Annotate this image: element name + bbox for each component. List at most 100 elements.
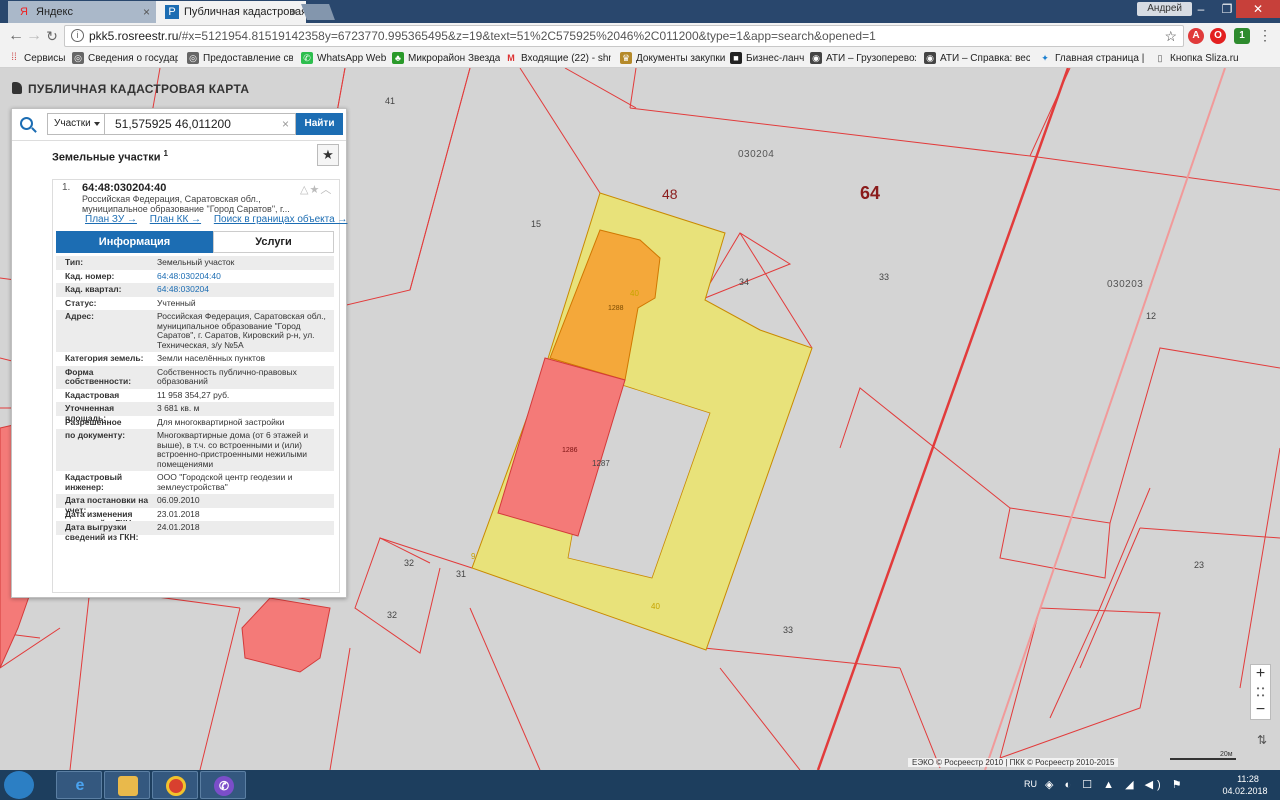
close-tab-icon[interactable]: × <box>143 1 150 23</box>
taskbar-viber[interactable]: ✆ <box>200 771 246 799</box>
back-icon[interactable]: ← <box>6 26 26 46</box>
result-links: План ЗУ → План КК → Поиск в границах объ… <box>85 214 357 225</box>
search-button[interactable]: Найти <box>296 113 343 135</box>
search-row: Участки 51,575925 46,011200 × Найти <box>12 109 346 141</box>
property-value: Учтенный <box>157 297 196 308</box>
chevron-down-icon <box>94 122 100 126</box>
bookmark-item[interactable]: ■ Бизнес-ланч <box>730 51 804 66</box>
bookmark-item[interactable]: ◎ Сведения о государ <box>72 51 178 66</box>
chrome-icon <box>166 776 186 796</box>
scale-label: 20м <box>1220 751 1233 758</box>
property-row: Статус: Учтенный <box>56 297 334 311</box>
clock-date[interactable]: 04.02.2018 <box>1218 786 1272 796</box>
result-address: Российская Федерация, Саратовская обл., … <box>82 194 290 214</box>
start-button[interactable] <box>4 771 34 799</box>
zoom-control: + • • • • − <box>1250 664 1271 720</box>
language-indicator[interactable]: RU <box>1024 779 1037 789</box>
clear-icon[interactable]: × <box>282 114 289 134</box>
cadastral-map[interactable]: ПУБЛИЧНАЯ КАДАСТРОВАЯ КАРТА 030204 03020… <box>0 68 1280 770</box>
user-profile-chip[interactable]: Андрей <box>1137 2 1192 16</box>
search-icon[interactable] <box>20 117 33 130</box>
plan-zu-link[interactable]: План ЗУ → <box>85 214 137 225</box>
property-value: 06.09.2010 <box>157 495 200 505</box>
url-path: /#x=5121954.81519142358y=6723770.9953654… <box>178 29 876 43</box>
bookmark-item[interactable]: ◎ Предоставление све <box>187 51 293 66</box>
new-tab-button[interactable] <box>301 4 335 20</box>
property-label: Кад. квартал: <box>65 284 122 294</box>
bookmark-star-icon[interactable]: ☆ <box>1164 26 1177 46</box>
parcel-label: 9 <box>471 552 476 561</box>
property-value[interactable]: 64:48:030204:40 <box>157 271 327 282</box>
folder-icon <box>118 776 138 796</box>
bookmark-item[interactable]: ⁞⁞ Сервисы <box>8 51 65 66</box>
zoom-slider[interactable]: • • • • <box>1251 685 1270 700</box>
property-value: Земельный участок <box>157 257 235 267</box>
search-in-bounds-link[interactable]: Поиск в границах объекта → <box>214 214 348 225</box>
taskbar-explorer[interactable] <box>104 771 150 799</box>
leaf-icon: ♣ <box>392 52 404 64</box>
reload-icon[interactable]: ↻ <box>42 26 62 46</box>
result-tabs: Информация Услуги <box>56 231 334 253</box>
viber-icon: ✆ <box>214 776 234 796</box>
property-value: ООО "Городской центр геодезии и землеуст… <box>157 472 293 492</box>
property-row: Кадастровый инженер: ООО "Городской центр… <box>56 471 334 494</box>
plan-kk-link[interactable]: План КК → <box>150 214 201 225</box>
tab-services[interactable]: Услуги <box>213 231 334 253</box>
bookmarks-bar: ⁞⁞ Сервисы ◎ Сведения о государ ◎ Предостав… <box>0 49 1280 68</box>
tab-information[interactable]: Информация <box>56 231 213 253</box>
globe-icon: ◎ <box>72 52 84 64</box>
tray-icons[interactable]: ◈ ◐ ☐ ▲ ◢ ◀) ⚑ <box>1045 778 1186 791</box>
opera-icon[interactable]: O <box>1210 28 1226 44</box>
close-tab-icon[interactable]: × <box>291 1 298 23</box>
parcel-label: 40 <box>630 289 639 298</box>
tab-rosreestr[interactable]: P Публичная кадастровая × <box>156 1 306 23</box>
emblem-icon: ♛ <box>620 52 632 64</box>
ie-icon: e <box>75 777 85 794</box>
favorite-star-button[interactable]: ★ <box>317 144 339 166</box>
bookmark-item[interactable]: ▯ Кнопка Sliza.ru <box>1154 51 1239 66</box>
property-row: Тип: Земельный участок <box>56 256 334 270</box>
property-row: Дата выгрузки сведений из ГКН: 24.01.2018 <box>56 521 334 541</box>
search-input[interactable]: 51,575925 46,011200 × <box>105 113 296 135</box>
parcel-label: 12 <box>1146 311 1157 321</box>
bookmark-item[interactable]: ◉ АТИ – Справка: весе <box>924 51 1030 66</box>
extension-icon[interactable]: 1 <box>1234 28 1250 44</box>
bookmark-item[interactable]: ♣ Микрорайон Звезда <box>392 51 500 66</box>
minimize-icon[interactable]: – <box>1188 0 1214 18</box>
parcel-label: 32 <box>404 558 415 568</box>
address-bar[interactable]: i pkk5.rosreestr.ru/#x=5121954.815191423… <box>64 25 1184 47</box>
property-value: 3 681 кв. м <box>157 403 200 413</box>
taskbar-chrome[interactable] <box>152 771 198 799</box>
gmail-icon: M <box>507 53 515 63</box>
parcel-label: 23 <box>1194 560 1205 570</box>
cadastral-number[interactable]: 64:48:030204:40 <box>82 182 166 194</box>
zoom-out-button[interactable]: − <box>1251 701 1270 719</box>
info-icon[interactable]: i <box>71 29 84 42</box>
whatsapp-icon: ✆ <box>301 52 313 64</box>
browser-titlebar: Я Яндекс × P Публичная кадастровая × Анд… <box>0 0 1280 23</box>
property-row: Разрешенное использование:Для многокварт… <box>56 416 334 436</box>
object-type-select[interactable]: Участки <box>47 113 105 135</box>
taskbar-ie[interactable]: e <box>56 771 102 799</box>
property-row: Кадастровая стоимость:11 958 354,27 руб. <box>56 389 334 409</box>
property-row: Дата изменения сведений в ГКН:23.01.2018 <box>56 508 334 528</box>
layers-icon[interactable]: ⇅ <box>1254 733 1270 749</box>
properties-table: Тип: Земельный участок Кад. номер: 64:48:03… <box>56 256 334 541</box>
parcel-label: 34 <box>739 277 750 287</box>
chevron-up-icon[interactable]: ︿ <box>320 184 332 196</box>
bookmark-item[interactable]: ◉ АТИ – Грузоперевоз <box>810 51 916 66</box>
tab-yandex[interactable]: Я Яндекс × <box>8 1 158 23</box>
close-window-icon[interactable]: ✕ <box>1236 0 1280 18</box>
property-value[interactable]: 64:48:030204 <box>157 284 327 295</box>
property-value: 24.01.2018 <box>157 522 200 532</box>
forward-icon[interactable]: → <box>24 26 44 46</box>
bookmark-item[interactable]: ♛ Документы закупки <box>620 51 725 66</box>
bookmark-item[interactable]: ✦ Главная страница | К <box>1039 51 1145 66</box>
bookmark-item[interactable]: ✆ WhatsApp Web <box>301 51 386 66</box>
adblock-icon[interactable]: A <box>1188 28 1204 44</box>
zoom-in-button[interactable]: + <box>1251 665 1270 683</box>
star-icon[interactable]: ★ <box>309 184 320 196</box>
menu-icon[interactable]: ⋮ <box>1258 27 1272 44</box>
bookmark-item[interactable]: M Входящие (22) - shm <box>505 51 611 66</box>
clock-time[interactable]: 11:28 <box>1228 774 1268 784</box>
